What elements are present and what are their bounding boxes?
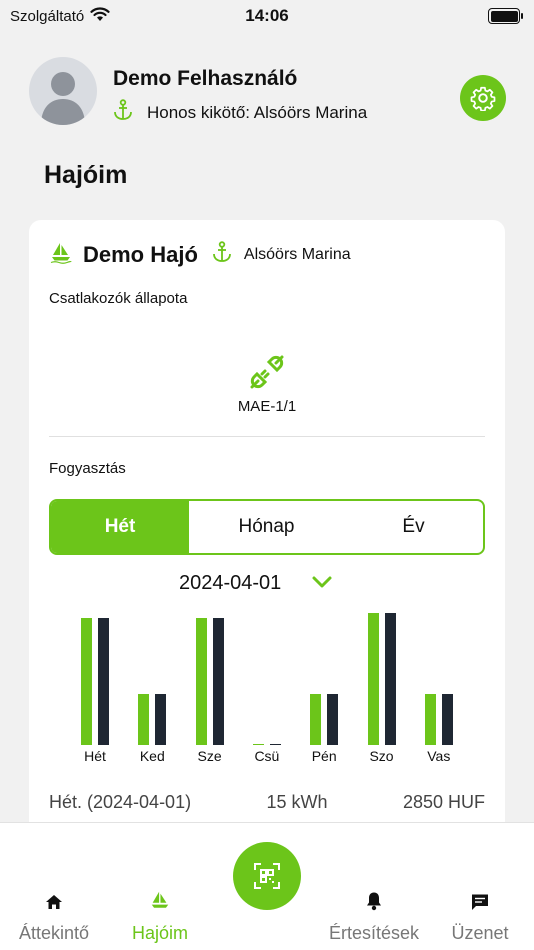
tab-boats[interactable]: Hajóim	[120, 823, 200, 944]
status-bar: Szolgáltató 14:06	[0, 0, 534, 32]
selected-date: 2024-04-01	[179, 572, 282, 594]
carrier-label: Szolgáltató	[10, 7, 85, 25]
battery-icon	[488, 8, 523, 24]
status-left: Szolgáltató	[10, 6, 110, 26]
bar-green-6	[424, 694, 436, 745]
tab-overview-label: Áttekintő	[18, 923, 90, 943]
anchor-icon	[212, 241, 232, 268]
connectors-label: Csatlakozók állapota	[49, 290, 188, 307]
bar-green-0	[81, 617, 92, 745]
x-tick-label: Csü	[254, 748, 280, 764]
profile-header: Demo Felhasználó Honos kikötő: Alsóörs M…	[29, 57, 509, 127]
boat-header: Demo Hajó Alsóörs Marina	[49, 240, 351, 269]
tab-boats-label: Hajóim	[131, 923, 188, 943]
message-icon	[470, 875, 490, 911]
x-tick-label: Vas	[427, 748, 451, 764]
tab-month[interactable]: Hónap	[189, 501, 344, 553]
qr-scan-button[interactable]	[233, 842, 301, 910]
tab-notifications-label: Értesítések	[328, 923, 420, 943]
tab-week[interactable]: Hét	[51, 501, 189, 553]
boat-name: Demo Hajó	[83, 241, 198, 267]
bar-green-5	[367, 612, 379, 745]
summary-period: Hét. (2024-04-01)	[49, 792, 192, 812]
tab-messages[interactable]: Üzenet	[444, 823, 516, 944]
bar-dark-2	[212, 617, 224, 745]
summary-energy: 15 kWh	[266, 792, 328, 812]
boat-card[interactable]: Demo Hajó Alsóörs Marina Csatlakozók áll…	[29, 220, 505, 860]
bar-green-3	[252, 743, 264, 745]
x-tick-label: Ked	[139, 748, 165, 764]
connector-name: MAE-1/1	[237, 398, 297, 415]
period-selector: Hét Hónap Év	[49, 499, 485, 555]
tab-messages-label: Üzenet	[451, 923, 509, 943]
home-icon	[45, 875, 63, 911]
bar-dark-1	[155, 694, 167, 745]
avatar[interactable]	[29, 57, 97, 125]
tab-notifications[interactable]: Értesítések	[320, 823, 428, 944]
bar-green-4	[310, 694, 322, 745]
user-silhouette-icon	[41, 72, 85, 125]
section-title: Hajóim	[44, 161, 128, 189]
bar-green-2	[195, 617, 207, 745]
date-picker[interactable]: 2024-04-01	[179, 572, 333, 595]
sailboat-icon	[49, 240, 73, 269]
bar-dark-4	[327, 694, 339, 745]
wifi-icon	[90, 6, 110, 26]
bar-dark-6	[441, 694, 453, 745]
x-tick-label: Hét	[84, 748, 106, 764]
settings-button[interactable]	[460, 75, 506, 121]
x-tick-label: Sze	[197, 748, 222, 764]
chevron-down-icon	[311, 572, 333, 595]
tab-year[interactable]: Év	[344, 501, 483, 553]
x-tick-label: Pén	[311, 748, 337, 764]
gear-icon	[470, 86, 496, 111]
home-port: Honos kikötő: Alsóörs Marina	[113, 99, 367, 126]
consumption-chart: Hét Ked Sze Csü Pén Szo Vas	[29, 600, 505, 765]
qr-scan-icon	[254, 863, 280, 889]
home-port-label: Honos kikötő: Alsóörs Marina	[147, 102, 368, 122]
sailboat-icon	[149, 875, 171, 911]
divider	[49, 436, 485, 437]
boat-port: Alsóörs Marina	[243, 245, 351, 263]
bar-dark-0	[98, 617, 109, 745]
bar-dark-5	[384, 612, 396, 745]
bar-green-1	[138, 694, 150, 745]
bar-dark-3	[269, 743, 281, 745]
user-name: Demo Felhasználó	[113, 67, 298, 90]
tab-overview[interactable]: Áttekintő	[8, 823, 100, 944]
summary-cost: 2850 HUF	[402, 792, 485, 812]
consumption-label: Fogyasztás	[49, 460, 126, 477]
consumption-summary: Hét. (2024-04-01) 15 kWh 2850 HUF	[49, 792, 485, 813]
anchor-icon	[113, 99, 133, 126]
plug-connected-icon[interactable]	[247, 352, 287, 397]
x-tick-label: Szo	[369, 748, 394, 764]
bell-icon	[365, 875, 383, 911]
